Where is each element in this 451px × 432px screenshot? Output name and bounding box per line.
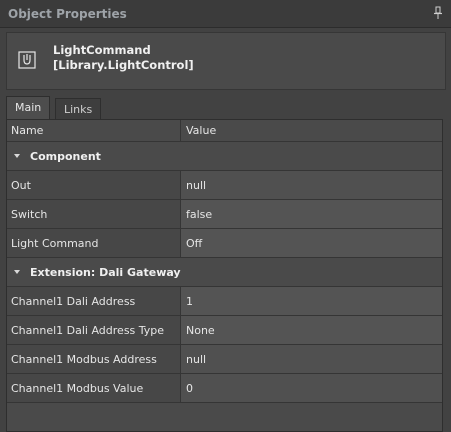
property-value[interactable]: 1 <box>181 287 442 315</box>
panel-titlebar: Object Properties <box>0 0 451 28</box>
property-value[interactable]: null <box>181 171 442 199</box>
property-row[interactable]: Switch false <box>7 200 442 229</box>
property-name: Light Command <box>7 229 181 257</box>
property-name: Switch <box>7 200 181 228</box>
column-header-name[interactable]: Name <box>7 120 181 141</box>
property-value[interactable]: None <box>181 316 442 344</box>
category-label: Extension: Dali Gateway <box>30 265 181 279</box>
tab-bar: Main Links <box>6 96 446 120</box>
property-value[interactable]: null <box>181 345 442 373</box>
grid-empty-area <box>7 403 442 431</box>
object-type: [Library.LightControl] <box>53 58 194 72</box>
grid-header-row: Name Value <box>7 120 442 142</box>
property-name: Channel1 Modbus Address <box>7 345 181 373</box>
tab-links[interactable]: Links <box>55 98 102 120</box>
property-row[interactable]: Out null <box>7 171 442 200</box>
category-label: Component <box>30 149 101 163</box>
category-row[interactable]: Component <box>7 142 442 171</box>
object-name: LightCommand <box>53 43 151 57</box>
property-name: Channel1 Dali Address <box>7 287 181 315</box>
property-name: Out <box>7 171 181 199</box>
category-row[interactable]: Extension: Dali Gateway <box>7 258 442 287</box>
property-value[interactable]: 0 <box>181 374 442 402</box>
property-name: Channel1 Modbus Value <box>7 374 181 402</box>
object-header: LightCommand [Library.LightControl] <box>6 32 446 90</box>
property-row[interactable]: Channel1 Modbus Value 0 <box>7 374 442 403</box>
tab-main[interactable]: Main <box>6 96 51 120</box>
expand-arrow-icon[interactable] <box>14 154 20 158</box>
column-header-value[interactable]: Value <box>181 120 442 141</box>
property-name: Channel1 Dali Address Type <box>7 316 181 344</box>
light-command-icon <box>17 50 37 70</box>
property-row[interactable]: Channel1 Dali Address 1 <box>7 287 442 316</box>
property-value[interactable]: false <box>181 200 442 228</box>
property-row[interactable]: Channel1 Modbus Address null <box>7 345 442 374</box>
property-grid: Name Value Component Out null Switch fal… <box>6 119 443 432</box>
property-row[interactable]: Light Command Off <box>7 229 442 258</box>
expand-arrow-icon[interactable] <box>14 270 20 274</box>
property-value[interactable]: Off <box>181 229 442 257</box>
panel-title: Object Properties <box>8 7 127 21</box>
property-row[interactable]: Channel1 Dali Address Type None <box>7 316 442 345</box>
pin-icon[interactable] <box>433 6 443 20</box>
